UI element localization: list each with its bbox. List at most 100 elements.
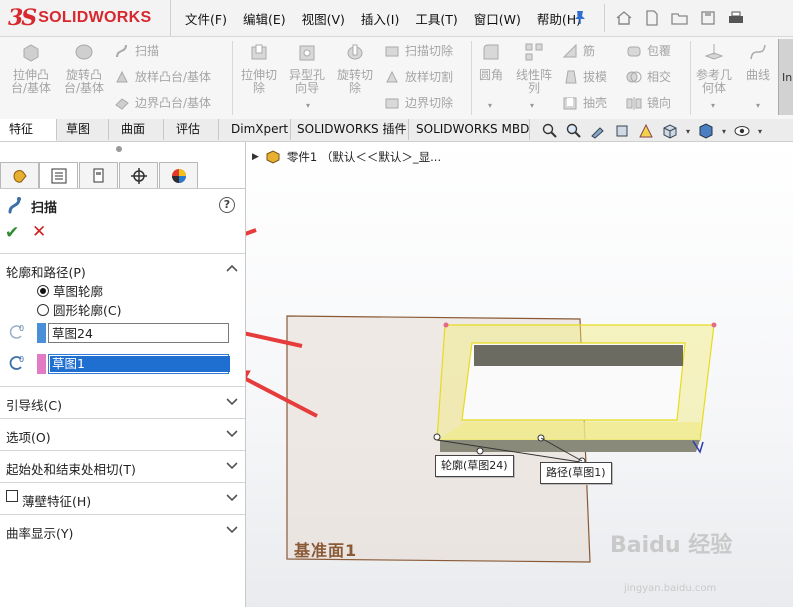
tab-evaluate[interactable]: 评估 xyxy=(167,119,219,140)
radio-button xyxy=(37,303,49,316)
instant3d-button[interactable]: In xyxy=(778,39,793,115)
feature-manager-tab[interactable] xyxy=(0,162,39,188)
home-icon[interactable] xyxy=(613,7,635,29)
menu-view[interactable]: 视图(V) xyxy=(294,9,353,28)
chevron-down-icon xyxy=(226,526,238,534)
tab-solidworks-addins[interactable]: SOLIDWORKS 插件 xyxy=(288,119,409,140)
chevron-down-icon[interactable]: ▾ xyxy=(720,122,728,140)
draft-label: 拔模 xyxy=(583,70,608,84)
shell-button[interactable]: 抽壳 xyxy=(562,94,607,111)
linear-pattern-dropdown-icon[interactable]: ▾ xyxy=(530,101,534,110)
sweep-cut-button[interactable]: 扫描切除 xyxy=(384,42,453,59)
menu-edit[interactable]: 编辑(E) xyxy=(235,9,294,28)
boundary-cut-icon xyxy=(385,98,399,108)
intersect-label: 相交 xyxy=(647,70,672,84)
chevron-down-icon xyxy=(226,462,238,470)
display-manager-tab[interactable] xyxy=(159,162,198,188)
draft-button[interactable]: 拔模 xyxy=(562,68,607,85)
tab-dimxpert[interactable]: DimXpert xyxy=(222,119,291,140)
sweep-label: 扫描 xyxy=(135,44,160,58)
property-manager-title: 扫描 xyxy=(31,201,58,216)
zoom-to-area-icon[interactable] xyxy=(564,122,584,140)
view-orientation-icon[interactable] xyxy=(660,122,680,140)
tab-solidworks-mbd[interactable]: SOLIDWORKS MBD xyxy=(407,119,530,140)
zoom-to-fit-icon[interactable] xyxy=(540,122,560,140)
display-style-icon[interactable] xyxy=(696,122,716,140)
wrap-button[interactable]: 包覆 xyxy=(626,42,671,59)
menu-insert[interactable]: 插入(I) xyxy=(353,9,407,28)
tab-sketch[interactable]: 草图 xyxy=(57,119,109,140)
section-label: 轮廓和路径(P) xyxy=(6,265,86,280)
sketch-profile-radio[interactable]: 草图轮廓 xyxy=(37,281,103,300)
fillet-dropdown-icon[interactable]: ▾ xyxy=(488,101,492,110)
chevron-down-icon[interactable]: ▾ xyxy=(756,122,764,140)
curvature-display-section-header[interactable]: 曲率显示(Y) xyxy=(0,514,245,545)
profile-anchor-point[interactable] xyxy=(476,447,484,455)
reference-geometry-icon xyxy=(704,44,724,60)
curves-dropdown-icon[interactable]: ▾ xyxy=(756,101,760,110)
open-folder-icon[interactable] xyxy=(669,7,691,29)
loft-boss-button[interactable]: 放样凸台/基体 xyxy=(114,68,211,85)
draft-icon xyxy=(565,70,577,83)
mirror-button[interactable]: 镜向 xyxy=(626,94,671,111)
hole-wizard-dropdown-icon[interactable]: ▾ xyxy=(306,101,310,110)
intersect-button[interactable]: 相交 xyxy=(626,68,671,85)
dynamic-annotation-icon[interactable] xyxy=(636,122,656,140)
rib-button[interactable]: 筋 xyxy=(562,42,595,59)
dimxpert-manager-tab[interactable] xyxy=(119,162,158,188)
thin-feature-checkbox[interactable] xyxy=(6,490,18,502)
circular-profile-radio[interactable]: 圆形轮廓(C) xyxy=(37,300,121,319)
profile-callout[interactable]: 轮廓(草图24) xyxy=(435,455,514,477)
hide-show-items-icon[interactable] xyxy=(732,122,752,140)
profile-path-section-header[interactable]: 轮廓和路径(P) xyxy=(0,253,245,284)
print-icon[interactable] xyxy=(725,7,747,29)
boundary-cut-button[interactable]: 边界切除 xyxy=(384,94,453,111)
ok-button[interactable]: ✔ xyxy=(5,223,19,243)
configuration-manager-tab[interactable] xyxy=(79,162,118,188)
tab-surfaces[interactable]: 曲面 xyxy=(112,119,164,140)
extrude-boss-button[interactable]: 拉伸凸 台/基体 xyxy=(8,41,54,95)
new-document-icon[interactable] xyxy=(641,7,663,29)
command-manager: 拉伸凸 台/基体 旋转凸 台/基体 扫描 放样凸台/基体 边界凸台/基体 拉伸切… xyxy=(0,37,793,120)
panel-collapse-handle[interactable] xyxy=(116,146,122,152)
revolve-cut-button[interactable]: 旋转切 除 xyxy=(334,41,376,95)
revolve-boss-icon xyxy=(75,44,93,60)
fillet-button[interactable]: 圆角 xyxy=(474,41,508,82)
previous-view-icon[interactable] xyxy=(588,122,608,140)
tangency-section-header[interactable]: 起始处和结束处相切(T) xyxy=(0,450,245,481)
sweep-button[interactable]: 扫描 xyxy=(114,42,159,59)
hole-wizard-button[interactable]: 异型孔 向导 xyxy=(286,41,328,95)
section-view-icon[interactable] xyxy=(612,122,632,140)
revolve-boss-button[interactable]: 旋转凸 台/基体 xyxy=(60,41,108,95)
path-callout[interactable]: 路径(草图1) xyxy=(540,462,612,484)
property-manager-tab[interactable] xyxy=(39,162,78,188)
menu-window[interactable]: 窗口(W) xyxy=(466,9,529,28)
boundary-boss-button[interactable]: 边界凸台/基体 xyxy=(114,94,211,111)
extrude-boss-icon xyxy=(23,44,39,62)
options-section-header[interactable]: 选项(O) xyxy=(0,418,245,449)
pin-icon[interactable] xyxy=(572,9,588,25)
cancel-button[interactable]: ✕ xyxy=(32,222,46,242)
curves-button[interactable]: 曲线 xyxy=(740,41,776,82)
save-icon[interactable] xyxy=(697,7,719,29)
linear-pattern-button[interactable]: 线性阵 列 xyxy=(512,41,556,95)
guide-curves-section-header[interactable]: 引导线(C) xyxy=(0,386,245,417)
loft-cut-button[interactable]: 放样切割 xyxy=(384,68,453,85)
profile-selection-box[interactable]: 草图24 xyxy=(48,323,229,343)
extrude-cut-button[interactable]: 拉伸切 除 xyxy=(238,41,280,95)
thin-feature-section-header[interactable]: 薄壁特征(H) xyxy=(0,482,245,513)
reference-geometry-button[interactable]: 参考几 何体 xyxy=(694,41,734,95)
radio-button-selected xyxy=(37,284,49,297)
chevron-down-icon[interactable]: ▾ xyxy=(684,122,692,140)
menu-tools[interactable]: 工具(T) xyxy=(407,9,465,28)
path-selection-box[interactable]: 草图1 xyxy=(48,354,230,374)
menu-file[interactable]: 文件(F) xyxy=(177,9,235,28)
quick-access-toolbar xyxy=(604,4,747,32)
help-icon[interactable]: ? xyxy=(219,197,235,213)
boundary-cut-label: 边界切除 xyxy=(405,96,454,110)
profile-anchor-point[interactable] xyxy=(433,433,441,441)
svg-text:0: 0 xyxy=(19,355,24,364)
reference-geometry-dropdown-icon[interactable]: ▾ xyxy=(711,101,715,110)
solidworks-logo[interactable]: 3S SOLIDWORKS xyxy=(8,5,151,31)
tab-features[interactable]: 特征 xyxy=(0,119,57,141)
